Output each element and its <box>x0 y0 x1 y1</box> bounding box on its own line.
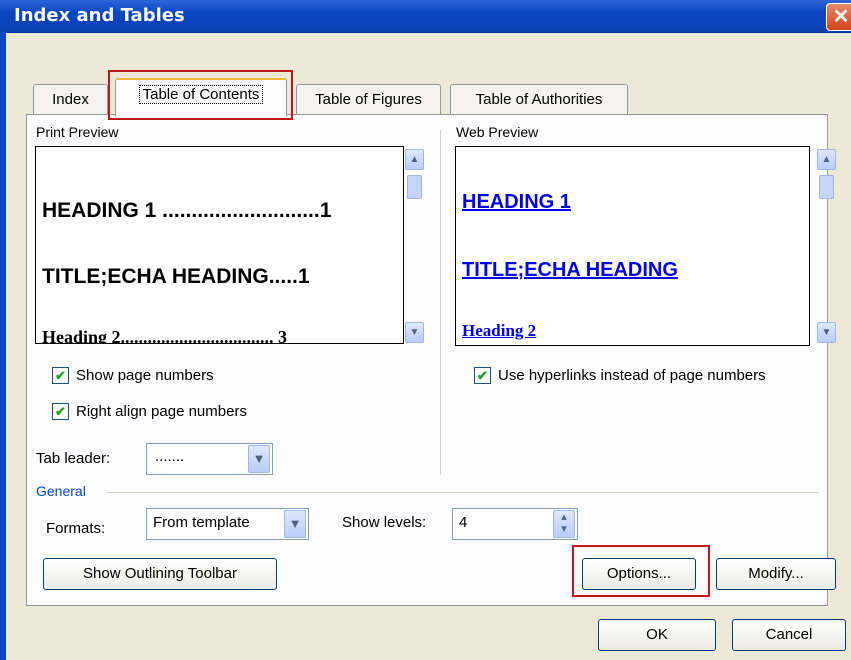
chevron-up-icon: ▲ <box>409 154 420 165</box>
modify-button[interactable]: Modify... <box>716 558 836 590</box>
formats-label: Formats: <box>46 520 106 537</box>
web-preview-link[interactable]: HEADING 1 <box>462 191 571 214</box>
tab-table-of-authorities-label: Table of Authorities <box>475 91 603 108</box>
show-levels-value: 4 <box>459 514 468 531</box>
check-icon: ✔ <box>55 368 66 383</box>
print-preview-scroll-down-button[interactable]: ▼ <box>405 322 424 343</box>
tab-index-label: Index <box>52 91 89 108</box>
chevron-down-icon: ▼ <box>409 327 420 338</box>
tab-table-of-authorities[interactable]: Table of Authorities <box>450 84 628 115</box>
show-page-numbers-checkbox[interactable]: ✔ <box>52 367 69 384</box>
tab-leader-label: Tab leader: <box>36 450 111 467</box>
right-align-checkbox[interactable]: ✔ <box>52 403 69 420</box>
formats-select[interactable]: From template ▼ <box>146 508 309 540</box>
tab-index[interactable]: Index <box>33 84 108 115</box>
web-preview-link[interactable]: Heading 2 <box>462 321 536 341</box>
show-levels-label: Show levels: <box>342 514 427 531</box>
print-preview-scroll-up-button[interactable]: ▲ <box>405 149 424 170</box>
chevron-down-icon[interactable]: ▼ <box>284 510 306 538</box>
use-hyperlinks-label: Use hyperlinks instead of page numbers <box>498 367 766 384</box>
close-icon: ✕ <box>832 6 850 28</box>
print-preview-label: Print Preview <box>36 124 119 140</box>
use-hyperlinks-checkbox[interactable]: ✔ <box>474 367 491 384</box>
print-preview-line: HEADING 1 ...........................1 <box>42 199 332 222</box>
tab-leader-select[interactable]: ....... ▼ <box>146 443 273 475</box>
web-preview-scroll-down-button[interactable]: ▼ <box>817 322 836 343</box>
web-preview-scroll-up-button[interactable]: ▲ <box>817 149 836 170</box>
general-separator <box>106 492 818 493</box>
close-button[interactable]: ✕ <box>826 3 851 31</box>
print-preview-box: HEADING 1 ...........................1 T… <box>35 146 404 344</box>
check-icon: ✔ <box>55 404 66 419</box>
cancel-button[interactable]: Cancel <box>732 619 846 651</box>
chevron-up-icon: ▲ <box>821 154 832 165</box>
spin-updown-icon[interactable]: ▴ ▾ <box>553 510 575 538</box>
ok-button[interactable]: OK <box>598 619 716 651</box>
print-preview-scroll-thumb[interactable] <box>407 175 422 199</box>
right-align-label: Right align page numbers <box>76 403 247 420</box>
tab-highlight-box <box>108 70 293 120</box>
chevron-down-icon[interactable]: ▼ <box>248 445 270 473</box>
chevron-down-icon: ▼ <box>821 327 832 338</box>
column-separator <box>440 130 441 475</box>
web-preview-scroll-thumb[interactable] <box>819 175 834 199</box>
print-preview-line: TITLE;ECHA HEADING.....1 <box>42 265 310 288</box>
formats-value: From template <box>153 514 250 531</box>
options-button[interactable]: Options... <box>582 558 696 590</box>
show-page-numbers-label: Show page numbers <box>76 367 214 384</box>
show-levels-spinner[interactable]: 4 ▴ ▾ <box>452 508 578 540</box>
show-outlining-toolbar-button[interactable]: Show Outlining Toolbar <box>43 558 277 590</box>
web-preview-box: HEADING 1 TITLE;ECHA HEADING Heading 2 <box>455 146 810 346</box>
web-preview-label: Web Preview <box>456 124 539 140</box>
web-preview-link[interactable]: TITLE;ECHA HEADING <box>462 259 678 282</box>
general-label: General <box>36 483 86 499</box>
check-icon: ✔ <box>477 368 488 383</box>
tab-leader-value: ....... <box>155 448 185 465</box>
print-preview-line: Heading 2...............................… <box>42 327 288 344</box>
window-frame-left <box>0 32 6 660</box>
window-title: Index and Tables <box>14 5 185 26</box>
spin-up-icon[interactable]: ▴ <box>554 511 574 523</box>
tab-table-of-figures[interactable]: Table of Figures <box>296 84 441 115</box>
tab-table-of-figures-label: Table of Figures <box>315 91 422 108</box>
spin-down-icon[interactable]: ▾ <box>554 523 574 535</box>
